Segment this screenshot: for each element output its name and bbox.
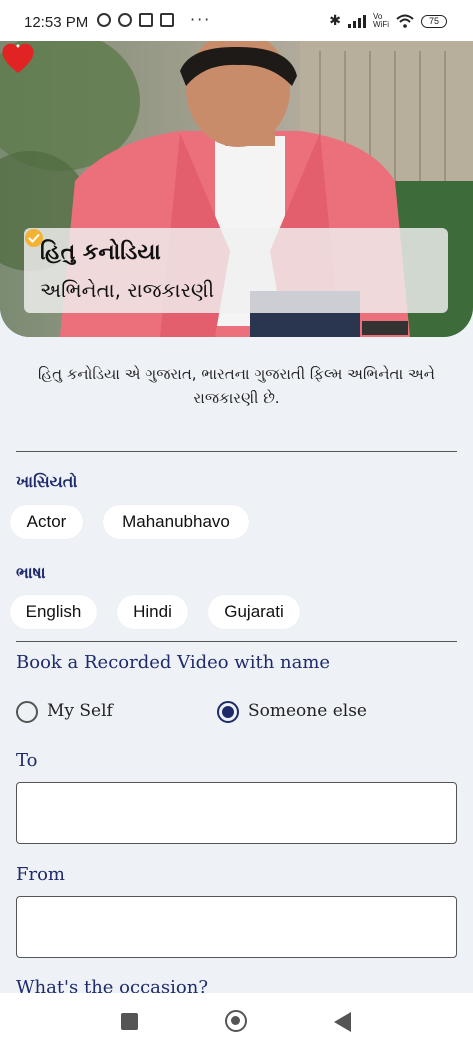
radio-label-my-self[interactable]: My Self — [47, 701, 113, 721]
signal-icon — [348, 14, 366, 28]
wifi-icon — [396, 14, 414, 28]
vowifi-icon: Vo WiFi — [373, 12, 389, 29]
divider — [16, 641, 457, 642]
bluetooth-icon: ✱ — [329, 13, 341, 29]
to-label: To — [16, 750, 38, 771]
hero-image: હિતુ કનોડિયા અભિનેતા, રાજકારણી — [0, 41, 473, 337]
celebrity-bio: હિતુ કનોડિયા એ ગુજરાત, ભારતના ગુજરાતી ફિ… — [38, 365, 435, 407]
system-icons: ✱ Vo WiFi 75 — [329, 13, 447, 29]
celebrity-role: અભિનેતા, રાજકારણી — [40, 278, 215, 302]
languages-label: ભાષા — [16, 563, 46, 582]
status-time: 12:53 PM — [24, 14, 89, 31]
booking-title: Book a Recorded Video with name — [16, 652, 331, 673]
more-notifications-icon: ··· — [190, 10, 212, 29]
verified-badge-icon — [25, 229, 43, 247]
whatsapp-icon — [118, 13, 132, 27]
language-chip-hindi[interactable]: Hindi — [117, 595, 188, 629]
message-icon — [139, 13, 153, 27]
radio-label-someone-else[interactable]: Someone else — [248, 701, 367, 721]
occasion-label: What's the occasion? — [16, 977, 208, 993]
trait-chip-actor[interactable]: Actor — [10, 505, 83, 539]
radio-someone-else[interactable] — [217, 701, 239, 723]
traits-label: ખાસિયતો — [16, 472, 78, 491]
celebrity-name: હિતુ કનોડિયા — [40, 240, 161, 265]
radio-my-self[interactable] — [16, 701, 38, 723]
status-bar: 12:53 PM ··· ✱ Vo WiFi 75 — [0, 0, 473, 44]
notification-icons — [97, 13, 174, 27]
name-card: હિતુ કનોડિયા અભિનેતા, રાજકારણી — [24, 228, 448, 313]
language-chip-gujarati[interactable]: Gujarati — [208, 595, 300, 629]
language-chip-english[interactable]: English — [10, 595, 97, 629]
to-input[interactable] — [16, 782, 457, 844]
battery-icon: 75 — [421, 14, 447, 28]
system-nav-bar — [0, 993, 473, 1050]
from-input[interactable] — [16, 896, 457, 958]
app-notification-icon — [160, 13, 174, 27]
favorite-heart-icon[interactable] — [0, 41, 36, 75]
trait-chip-mahanubhavo[interactable]: Mahanubhavo — [103, 505, 249, 539]
divider — [16, 451, 457, 452]
from-label: From — [16, 864, 65, 885]
recents-button[interactable] — [121, 1013, 138, 1030]
home-button[interactable] — [225, 1010, 247, 1032]
system-back-button[interactable] — [334, 1012, 351, 1032]
alarm-icon — [97, 13, 111, 27]
